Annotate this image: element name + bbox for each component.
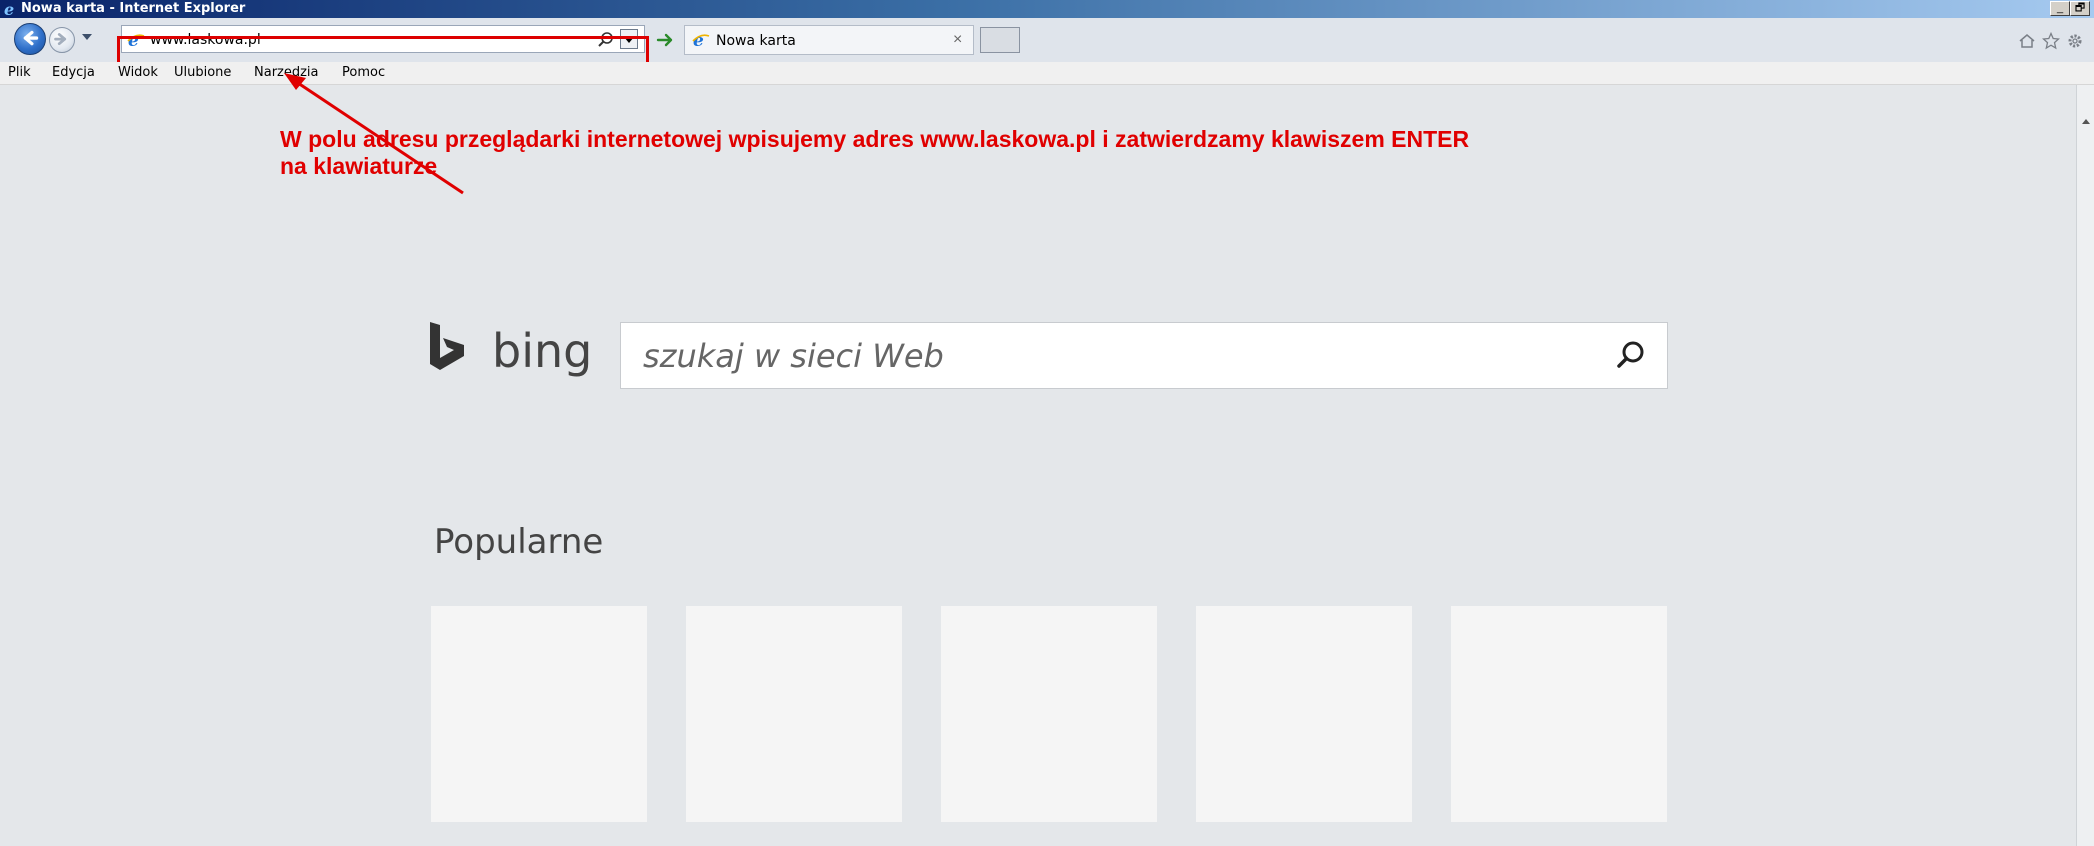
instruction-annotation: W polu adresu przeglądarki internetowej …	[280, 126, 1469, 180]
restore-button[interactable]: 🗗	[2070, 1, 2090, 16]
bing-brand: bing	[492, 324, 593, 378]
title-bar: e Nowa karta - Internet Explorer _ 🗗	[0, 0, 2094, 18]
back-arrow-icon	[23, 30, 39, 46]
menu-widok[interactable]: Widok	[118, 65, 158, 81]
go-arrow-icon[interactable]	[655, 30, 675, 50]
minimize-button[interactable]: _	[2050, 1, 2070, 16]
annotation-line-1: W polu adresu przeglądarki internetowej …	[280, 126, 1470, 152]
vertical-scrollbar[interactable]	[2076, 85, 2094, 846]
menu-bar: Plik Edycja Widok Ulubione Narzędzia Pom…	[0, 62, 2094, 85]
ie-tab-icon: e	[692, 31, 710, 49]
new-tab-button[interactable]	[980, 27, 1020, 53]
ie-logo-icon: e	[4, 1, 14, 17]
popular-tile-1[interactable]	[431, 606, 647, 822]
tab-close-icon[interactable]: ×	[953, 31, 962, 49]
history-dropdown-icon[interactable]	[82, 34, 92, 40]
popular-tile-2[interactable]	[686, 606, 902, 822]
popular-heading: Popularne	[434, 522, 604, 562]
bing-search-box[interactable]	[620, 322, 1668, 389]
gear-icon[interactable]	[2066, 32, 2084, 50]
menu-edycja[interactable]: Edycja	[52, 65, 95, 81]
forward-button[interactable]	[49, 27, 75, 53]
home-icon[interactable]	[2018, 32, 2036, 50]
scroll-up-icon[interactable]	[2079, 115, 2093, 129]
star-icon[interactable]	[2042, 32, 2060, 50]
menu-pomoc[interactable]: Pomoc	[342, 65, 385, 81]
popular-tile-5[interactable]	[1451, 606, 1667, 822]
window-title: Nowa karta - Internet Explorer	[21, 1, 246, 16]
popular-tile-3[interactable]	[941, 606, 1157, 822]
annotation-line-2: na klawiaturze	[280, 153, 438, 179]
menu-plik[interactable]: Plik	[8, 65, 31, 81]
menu-narzedzia[interactable]: Narzędzia	[254, 65, 319, 81]
tab-nowa-karta[interactable]: e Nowa karta ×	[684, 25, 974, 55]
forward-arrow-icon	[54, 33, 67, 46]
menu-ulubione[interactable]: Ulubione	[174, 65, 231, 81]
back-button[interactable]	[14, 23, 46, 55]
bing-search-input[interactable]	[641, 335, 1605, 377]
bing-logo-icon	[430, 322, 464, 370]
search-icon[interactable]	[1613, 339, 1647, 373]
popular-tile-4[interactable]	[1196, 606, 1412, 822]
svg-text:e: e	[4, 1, 14, 17]
tab-label: Nowa karta	[716, 33, 796, 49]
